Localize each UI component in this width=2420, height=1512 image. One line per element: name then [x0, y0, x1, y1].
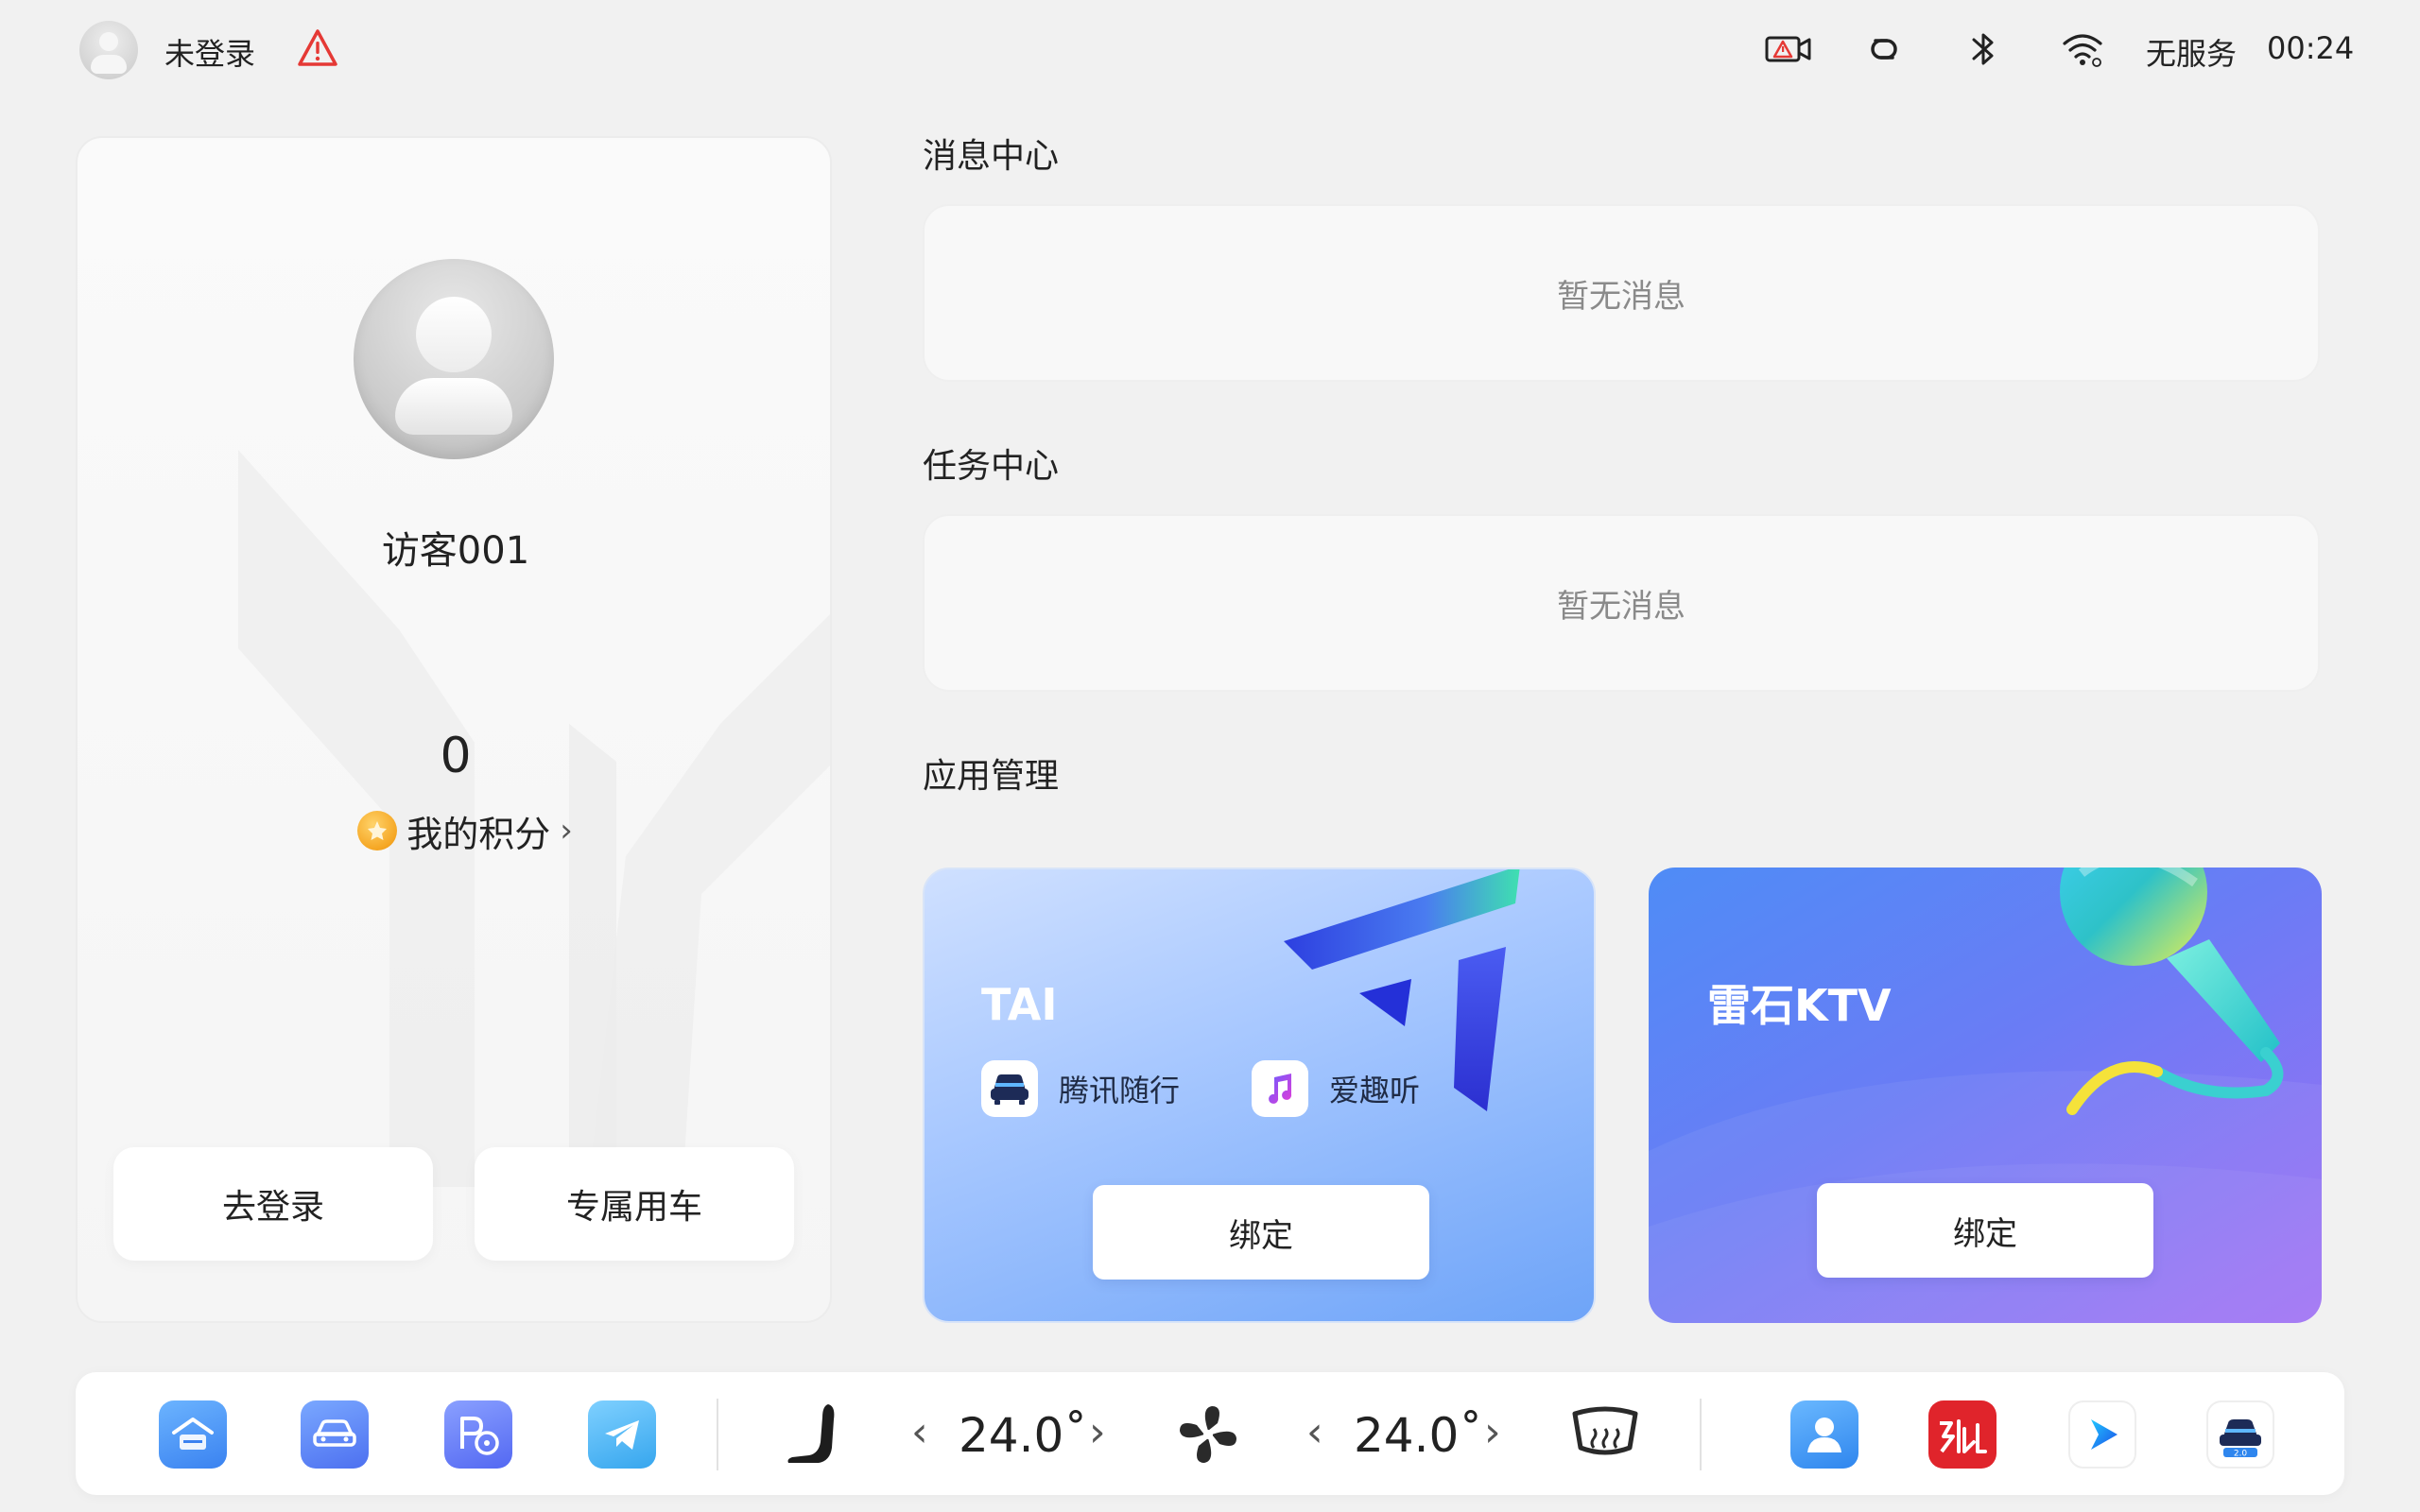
wifi-icon[interactable] — [2061, 28, 2104, 70]
exclusive-car-button[interactable]: 专属用车 — [475, 1147, 794, 1261]
coin-icon — [357, 811, 398, 850]
car-assistant-app-icon[interactable]: 2.0 — [2206, 1400, 2274, 1469]
hicar-link-icon[interactable] — [1862, 28, 1906, 70]
telegram-app-icon[interactable] — [588, 1400, 656, 1469]
aiqu-listen-service: 爱趣听 — [1252, 1060, 1420, 1117]
profile-name: 访客001 — [381, 529, 530, 573]
rear-defrost-icon[interactable] — [1569, 1404, 1641, 1465]
video-player-app-icon[interactable] — [2068, 1400, 2136, 1469]
passenger-temp-increase[interactable]: › — [1484, 1408, 1501, 1456]
car-front-icon — [981, 1060, 1038, 1117]
tencent-travel-label: 腾讯随行 — [1059, 1073, 1181, 1108]
driver-temp-increase[interactable]: › — [1089, 1408, 1106, 1456]
dock-divider — [717, 1399, 718, 1470]
dock-divider — [1700, 1399, 1702, 1470]
vehicle-app-icon[interactable] — [301, 1400, 369, 1469]
tai-title: TAI — [981, 979, 1058, 1030]
bottom-dock: ‹ 24.0˚ › ‹ 24.0˚ › 2.0 — [76, 1372, 2344, 1495]
status-avatar-icon[interactable] — [79, 21, 138, 79]
dashcam-alert-icon[interactable] — [1764, 28, 1813, 70]
svg-text:2.0: 2.0 — [2234, 1450, 2248, 1459]
clock-time: 00:24 — [2267, 30, 2355, 66]
warning-triangle-icon[interactable] — [297, 28, 338, 68]
ktv-bind-button[interactable]: 绑定 — [1817, 1183, 2153, 1278]
microphone-icon — [2060, 868, 2284, 1115]
aiqu-listen-label: 爱趣听 — [1329, 1073, 1421, 1108]
tai-bind-button[interactable]: 绑定 — [1093, 1185, 1429, 1280]
app-management-title: 应用管理 — [923, 757, 1060, 796]
tencent-travel-service: 腾讯随行 — [981, 1060, 1180, 1117]
task-center-title: 任务中心 — [923, 447, 1060, 486]
parking-app-icon[interactable] — [444, 1400, 512, 1469]
profile-avatar[interactable] — [354, 259, 554, 459]
iqiyi-app-icon[interactable] — [1928, 1400, 1996, 1469]
driver-temp-value: 24.0˚ — [959, 1408, 1088, 1463]
passenger-temp-value: 24.0˚ — [1354, 1408, 1483, 1463]
passenger-temp-decrease[interactable]: ‹ — [1306, 1408, 1323, 1456]
ktv-title: 雷石KTV — [1707, 980, 1892, 1031]
seat-icon[interactable] — [781, 1400, 847, 1469]
login-status-text[interactable]: 未登录 — [164, 30, 255, 74]
task-center-box[interactable]: 暂无消息 — [923, 514, 2320, 692]
points-value: 0 — [440, 728, 472, 784]
contacts-app-icon[interactable] — [1790, 1400, 1858, 1469]
points-label: 我的积分 — [406, 813, 551, 855]
profile-card: 访客001 0 我的积分 › 去登录 专属用车 — [76, 136, 832, 1323]
bluetooth-icon[interactable] — [1964, 28, 2002, 70]
chevron-right-icon: › — [560, 812, 573, 850]
my-points-link[interactable]: 我的积分 › — [342, 807, 588, 855]
login-button[interactable]: 去登录 — [113, 1147, 433, 1261]
fan-icon[interactable] — [1176, 1402, 1240, 1467]
message-empty-text: 暂无消息 — [1557, 277, 1685, 316]
tai-app-card[interactable]: TAI 腾讯随行 爱趣听 绑定 — [923, 868, 1596, 1323]
music-note-icon — [1252, 1060, 1308, 1117]
ktv-app-card[interactable]: 雷石KTV 绑定 — [1649, 868, 2322, 1323]
task-empty-text: 暂无消息 — [1557, 587, 1685, 626]
message-center-title: 消息中心 — [923, 137, 1060, 176]
network-service-text: 无服务 — [2146, 36, 2238, 72]
message-center-box[interactable]: 暂无消息 — [923, 204, 2320, 382]
driver-temp-decrease[interactable]: ‹ — [911, 1408, 928, 1456]
home-app-icon[interactable] — [159, 1400, 227, 1469]
